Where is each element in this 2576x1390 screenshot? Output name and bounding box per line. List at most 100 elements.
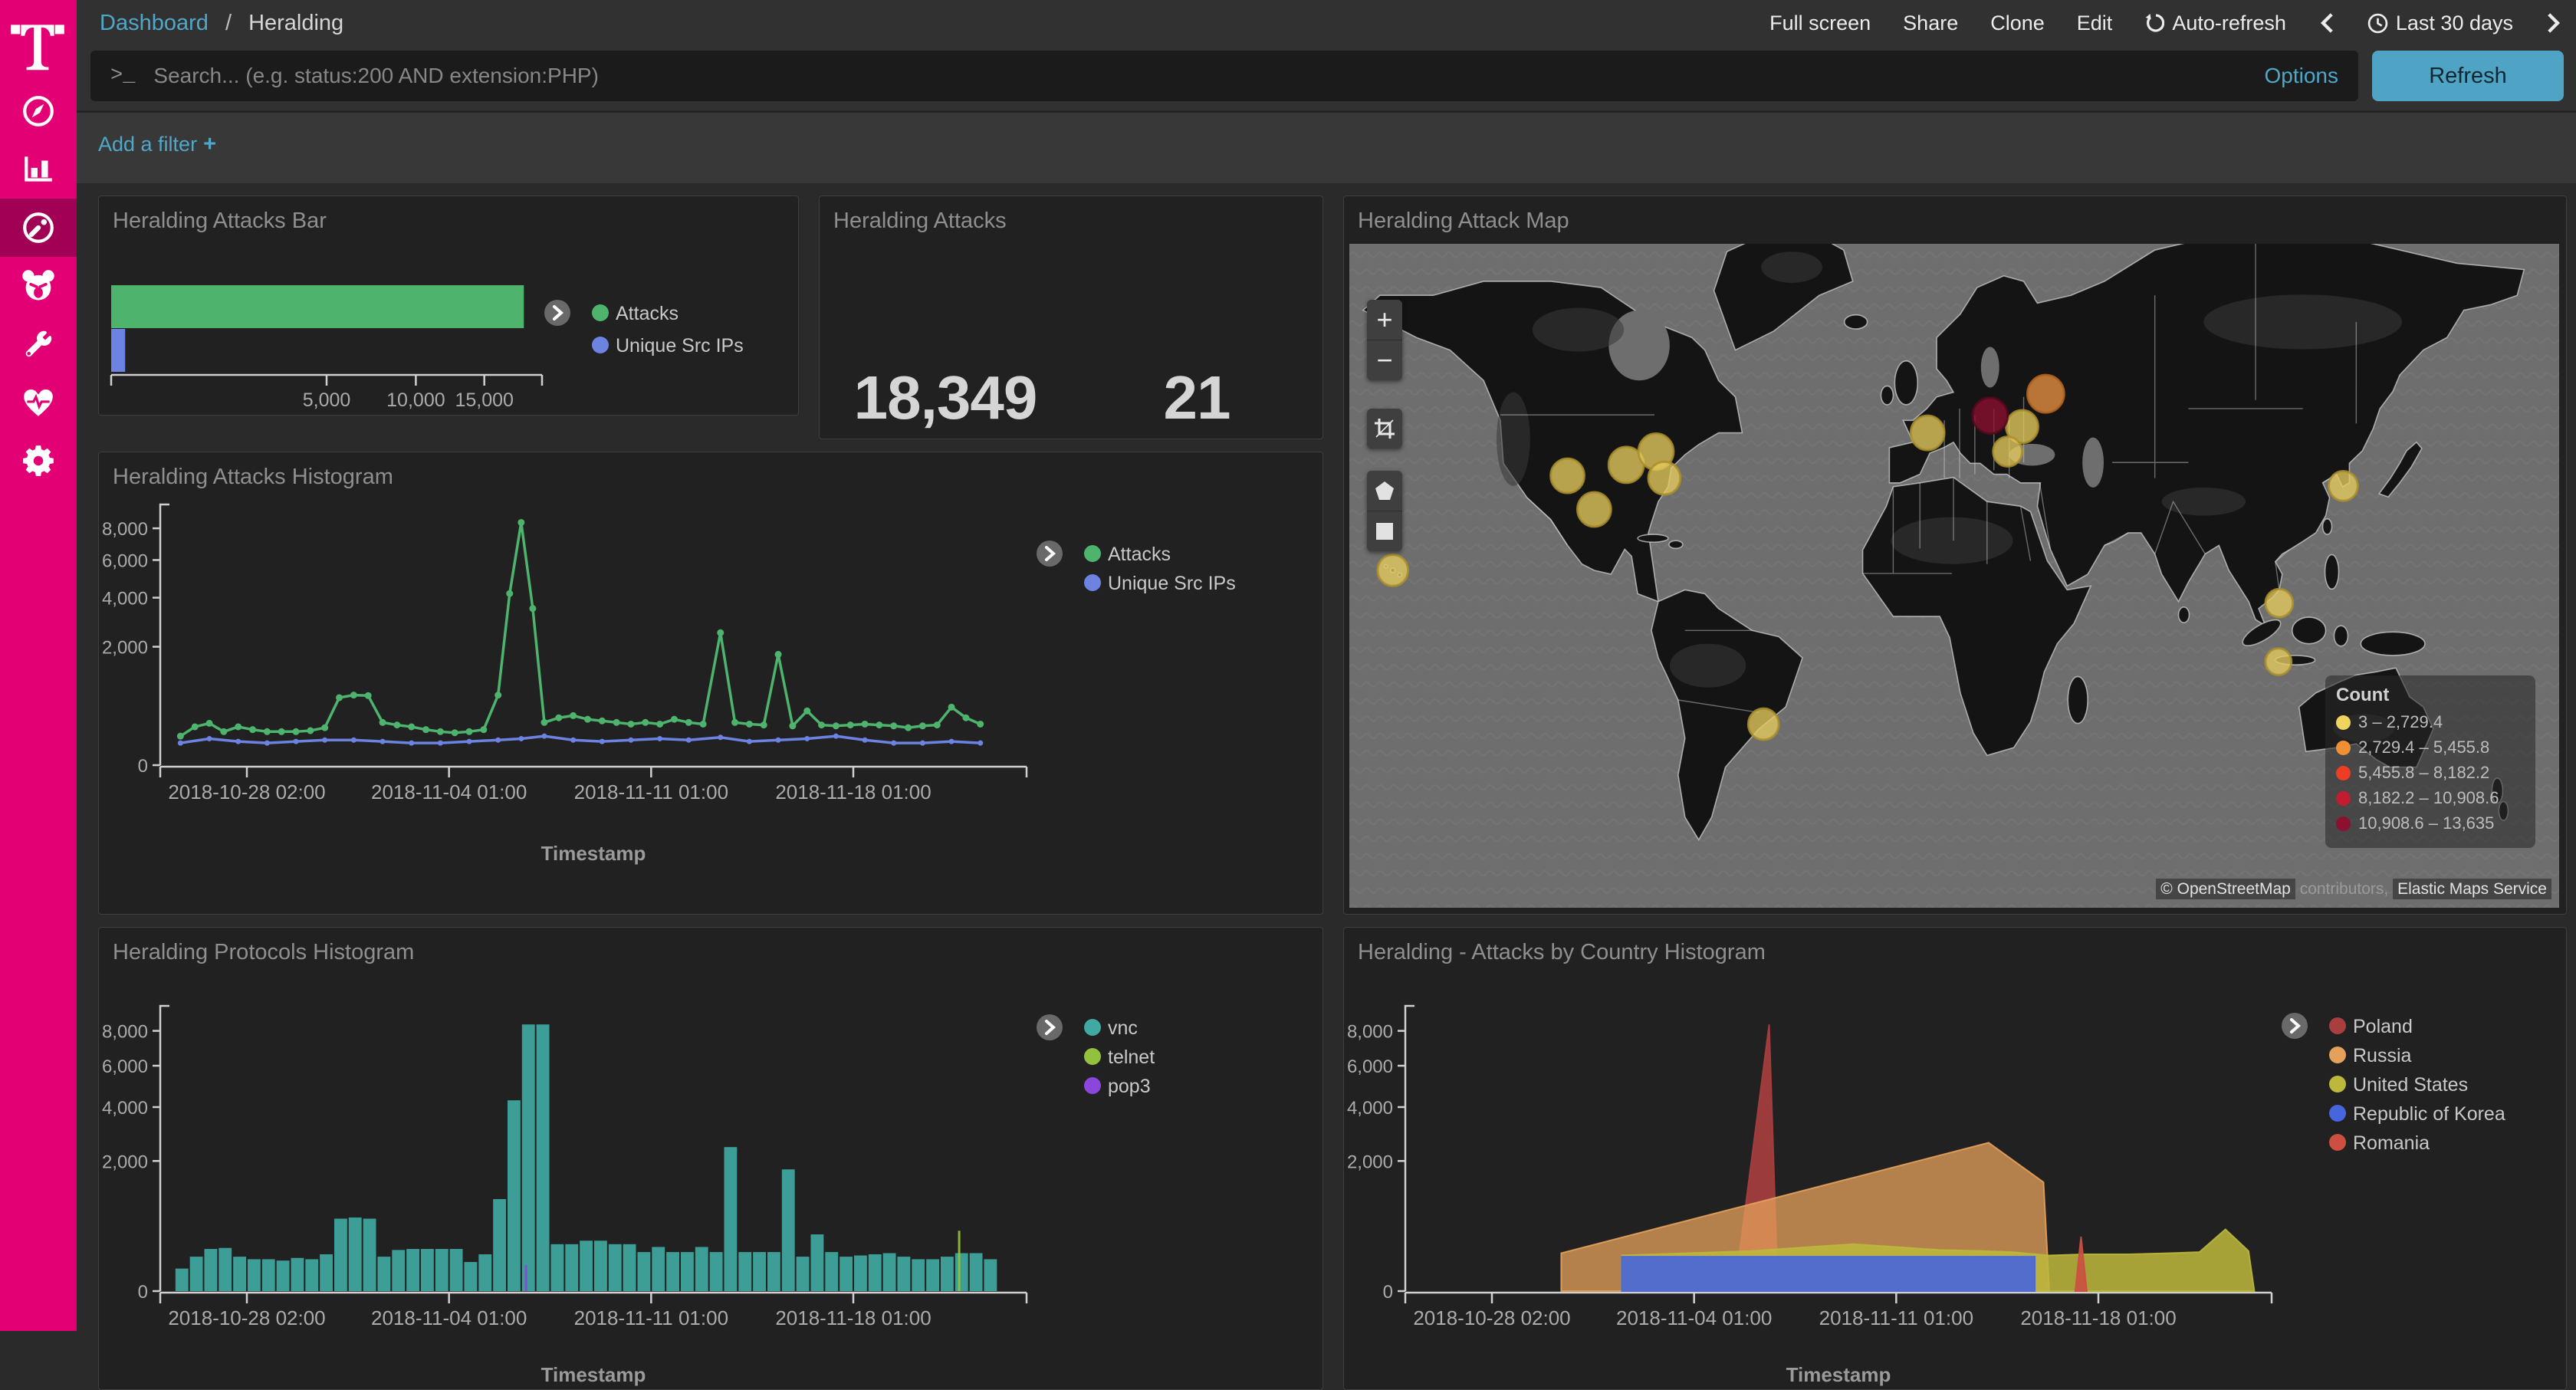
heartbeat-icon xyxy=(21,385,56,420)
legend-item[interactable]: Romania xyxy=(2353,1132,2430,1154)
share-button[interactable]: Share xyxy=(1903,12,1958,35)
sidebar-item-dashboard[interactable] xyxy=(0,199,77,257)
svg-text:2,000: 2,000 xyxy=(1347,1152,1393,1172)
sidebar xyxy=(0,0,77,1331)
clone-button[interactable]: Clone xyxy=(1990,12,2045,35)
sidebar-item-tpot[interactable] xyxy=(0,257,77,315)
legend-item[interactable]: vnc xyxy=(1108,1017,1138,1039)
map-legend-row: 2,729.4 – 5,455.8 xyxy=(2336,738,2525,757)
panel-title: Heralding Protocols Histogram xyxy=(99,928,1322,965)
panel-heralding-protocols-histogram: Heralding Protocols Histogram 02,0004,00… xyxy=(98,927,1323,1390)
legend-expand-button[interactable] xyxy=(1037,1014,1063,1040)
app-root: Dashboard / Heralding Full screen Share … xyxy=(0,0,2576,1331)
svg-text:2018-11-11 01:00: 2018-11-11 01:00 xyxy=(1819,1306,1973,1329)
bar-chart-icon xyxy=(21,152,56,187)
legend-item[interactable]: Unique Src IPs xyxy=(616,335,744,357)
refresh-button[interactable]: Refresh xyxy=(2372,51,2564,101)
sidebar-item-tools[interactable] xyxy=(0,315,77,373)
elastic-maps-service-link[interactable]: Elastic Maps Service xyxy=(2393,879,2551,899)
attack-bubble xyxy=(1378,554,1408,586)
legend-item[interactable]: Poland xyxy=(2353,1016,2413,1037)
svg-text:2018-11-04 01:00: 2018-11-04 01:00 xyxy=(371,780,527,803)
legend-item[interactable]: Unique Src IPs xyxy=(1108,573,1236,594)
polygon-select-button[interactable] xyxy=(1367,471,1402,511)
svg-text:2,000: 2,000 xyxy=(102,1152,148,1172)
full-screen-button[interactable]: Full screen xyxy=(1769,12,1871,35)
sidebar-nav xyxy=(0,82,77,490)
svg-text:0: 0 xyxy=(138,756,148,777)
metric-unique-src-ips: 21 Unique Src IPs xyxy=(1071,363,1322,439)
svg-text:4,000: 4,000 xyxy=(1347,1098,1393,1119)
legend-item[interactable]: Attacks xyxy=(1108,544,1171,565)
sidebar-item-settings[interactable] xyxy=(0,432,77,490)
svg-text:2018-11-11 01:00: 2018-11-11 01:00 xyxy=(574,780,728,803)
zoom-in-button[interactable]: + xyxy=(1367,300,1402,340)
map-draw-controls xyxy=(1367,471,1402,551)
legend-item[interactable]: Attacks xyxy=(616,303,678,324)
legend-item[interactable]: United States xyxy=(2353,1074,2468,1096)
auto-refresh-button[interactable]: Auto-refresh xyxy=(2144,12,2286,35)
sidebar-item-visualize[interactable] xyxy=(0,140,77,199)
panel-title: Heralding Attack Map xyxy=(1344,196,2566,234)
search-bar-row: >_ Options Refresh xyxy=(77,46,2576,110)
add-filter-link[interactable]: Add a filter+ xyxy=(98,133,216,156)
map-legend-row: 5,455.8 – 8,182.2 xyxy=(2336,763,2525,783)
telekom-t-icon xyxy=(10,12,65,71)
world-map[interactable]: + − xyxy=(1349,244,2559,908)
svg-text:0: 0 xyxy=(1383,1282,1393,1303)
query-prompt-icon: >_ xyxy=(110,64,135,87)
attack-bubble xyxy=(1973,398,2008,434)
search-input[interactable] xyxy=(152,63,2247,89)
telekom-logo[interactable] xyxy=(0,0,77,82)
time-forward-button[interactable] xyxy=(2545,12,2562,35)
openstreetmap-link[interactable]: © OpenStreetMap xyxy=(2156,879,2295,899)
zoom-out-button[interactable]: − xyxy=(1367,340,1402,380)
legend-item[interactable]: telnet xyxy=(1108,1047,1155,1068)
svg-text:8,000: 8,000 xyxy=(1347,1022,1393,1043)
edit-button[interactable]: Edit xyxy=(2077,12,2113,35)
legend-expand-button[interactable] xyxy=(1037,541,1063,567)
legend-item[interactable]: Russia xyxy=(2353,1045,2412,1066)
rectangle-select-button[interactable] xyxy=(1367,511,1402,551)
search-box: >_ Options xyxy=(90,51,2358,101)
legend-item[interactable]: Republic of Korea xyxy=(2353,1103,2505,1125)
sidebar-item-discover[interactable] xyxy=(0,82,77,140)
map-legend-row: 10,908.6 – 13,635 xyxy=(2336,813,2525,833)
legend-expand-button[interactable] xyxy=(544,300,570,326)
metric-label: Unique Src IPs xyxy=(1071,436,1322,439)
main-column: Dashboard / Heralding Full screen Share … xyxy=(77,0,2576,1331)
svg-text:4,000: 4,000 xyxy=(102,1098,148,1119)
panel-title: Heralding Attacks xyxy=(820,196,1322,234)
time-range-picker[interactable]: Last 30 days xyxy=(2367,12,2513,35)
refresh-cycle-icon xyxy=(2144,13,2164,33)
panel-heralding-attack-map: Heralding Attack Map xyxy=(1343,196,2567,915)
svg-text:2018-10-28 02:00: 2018-10-28 02:00 xyxy=(168,780,325,803)
panel-title: Heralding Attacks Bar xyxy=(99,196,798,234)
legend-color-dot xyxy=(2336,741,2351,755)
panel-heralding-attacks-histogram: Heralding Attacks Histogram 02,0004,0006… xyxy=(98,452,1323,915)
attack-bubble xyxy=(1748,708,1779,740)
legend-item[interactable]: pop3 xyxy=(1108,1076,1151,1097)
map-fit-control xyxy=(1367,409,1402,449)
svg-text:2018-11-18 01:00: 2018-11-18 01:00 xyxy=(775,1306,931,1329)
options-link[interactable]: Options xyxy=(2265,64,2339,88)
attack-bubble xyxy=(1993,437,2022,467)
protocols-histogram-chart: 02,0004,0006,0008,0002018-10-28 02:00201… xyxy=(99,928,1321,1388)
crop-icon xyxy=(1373,417,1396,440)
metric-label: Attacks xyxy=(820,436,1071,439)
time-back-button[interactable] xyxy=(2318,12,2335,35)
attack-bubble xyxy=(2329,471,2358,501)
chevron-right-icon xyxy=(2545,12,2562,35)
panel-heralding-attacks-bar: Heralding Attacks Bar 5,00010,00015,000A… xyxy=(98,196,799,416)
svg-text:4,000: 4,000 xyxy=(102,589,148,610)
legend-expand-button[interactable] xyxy=(2282,1013,2308,1039)
topnav-actions: Full screen Share Clone Edit Auto-refres… xyxy=(1769,12,2562,35)
map-legend-row: 8,182.2 – 10,908.6 xyxy=(2336,788,2525,808)
top-nav: Dashboard / Heralding Full screen Share … xyxy=(77,0,2576,46)
svg-text:5,000: 5,000 xyxy=(303,389,351,411)
breadcrumb-dashboard-link[interactable]: Dashboard xyxy=(100,11,209,35)
attack-bubble xyxy=(2028,375,2065,412)
attack-bubble xyxy=(1577,492,1611,527)
sidebar-item-health[interactable] xyxy=(0,373,77,432)
fit-bounds-button[interactable] xyxy=(1367,409,1402,449)
